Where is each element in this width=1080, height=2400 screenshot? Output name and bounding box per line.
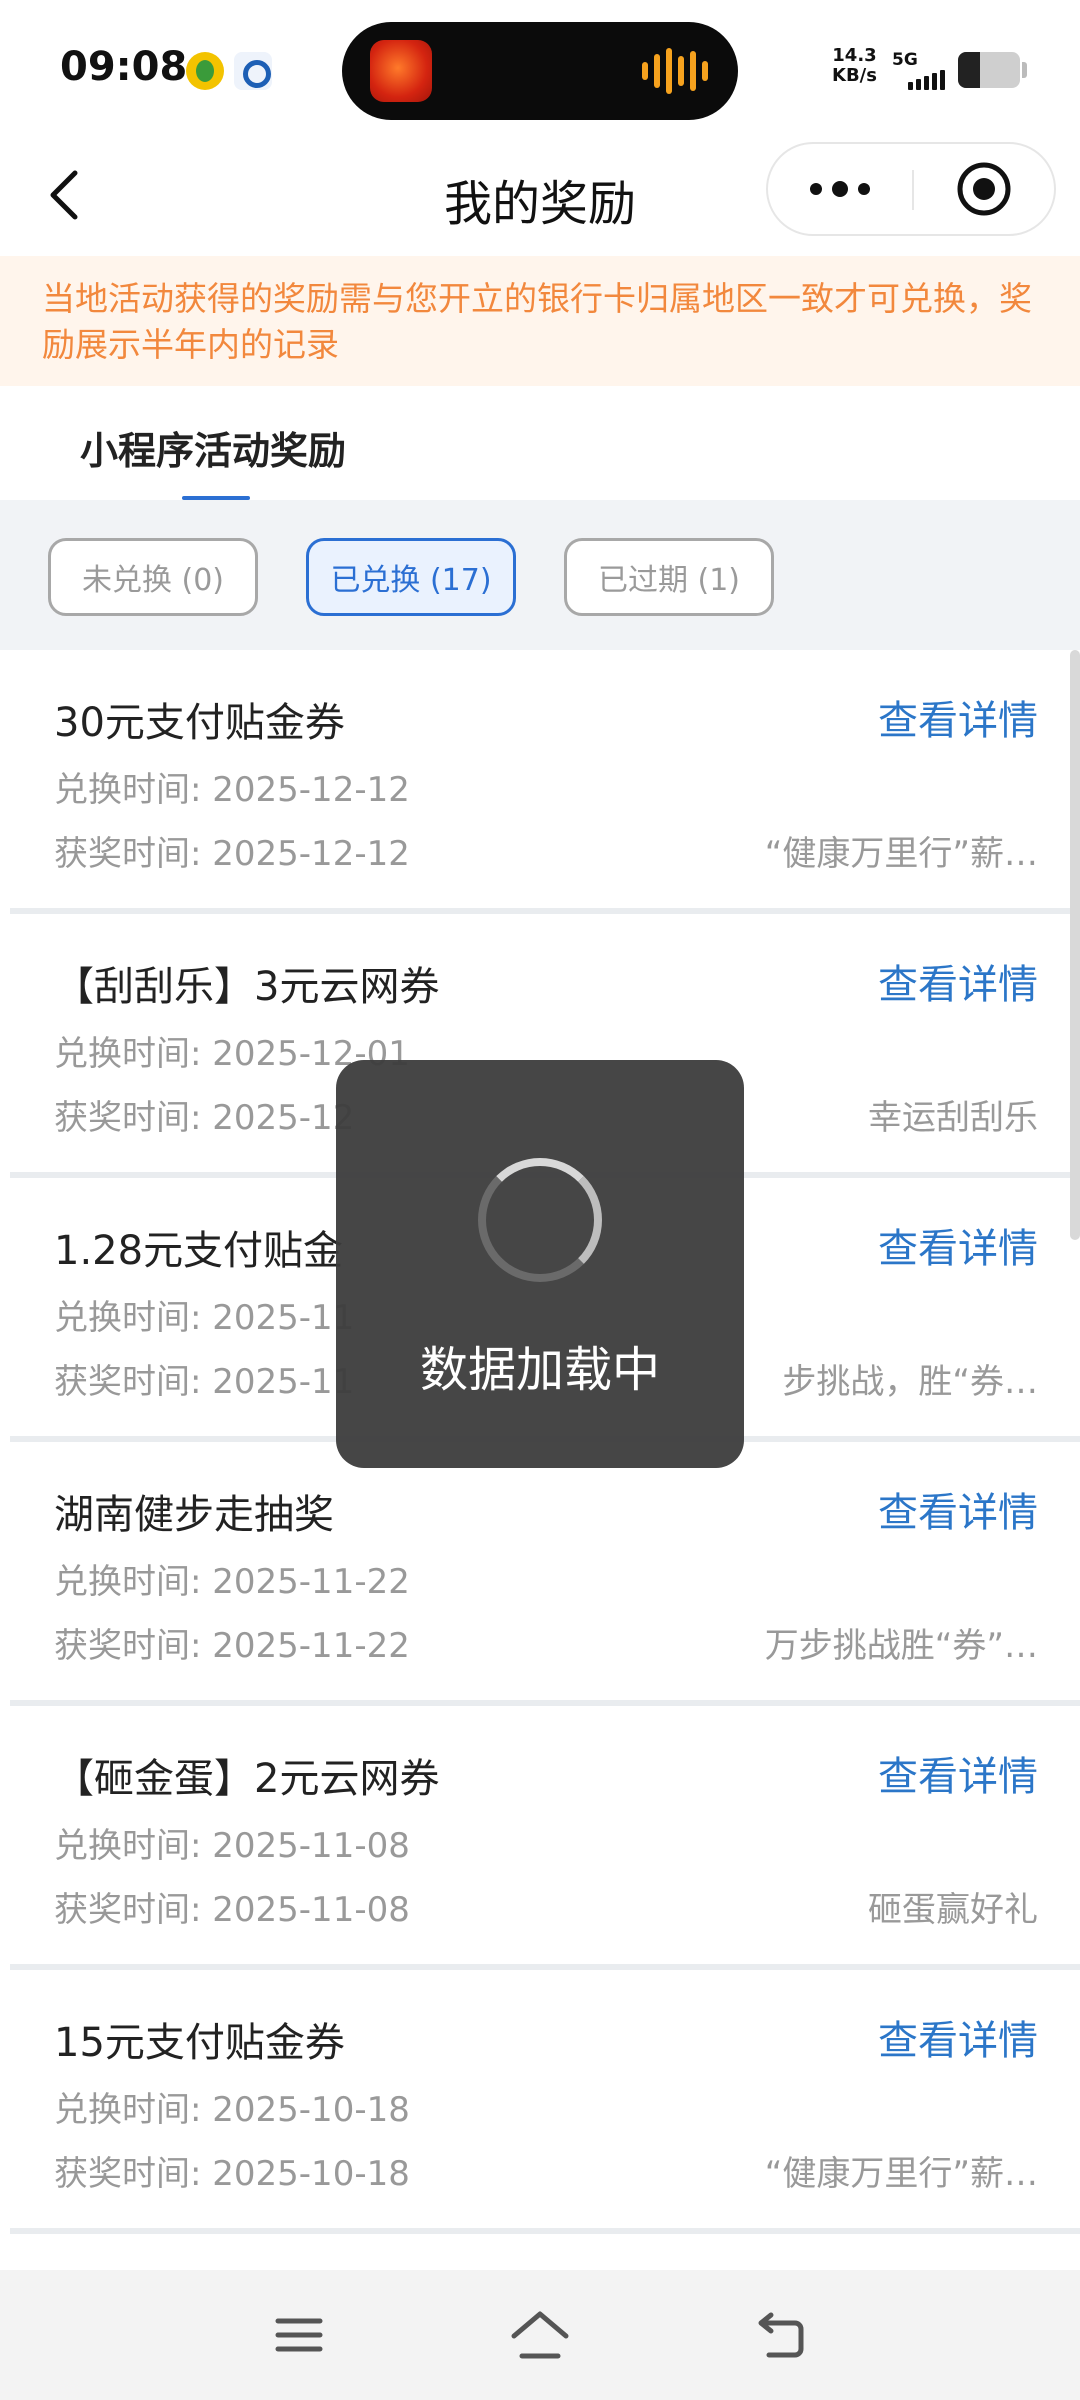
redeem-time: 兑换时间: 2025-11-08 [54, 1826, 410, 1866]
reward-source: “健康万里行”薪… [764, 834, 1038, 874]
loading-toast: 数据加载中 [336, 1060, 744, 1468]
reward-source: 砸蛋赢好礼 [868, 1890, 1038, 1930]
reward-card: 湖南健步走抽奖 查看详情 兑换时间: 2025-11-22 获奖时间: 2025… [10, 1442, 1080, 1706]
reward-title: 15元支付贴金券 [54, 2020, 345, 2066]
filter-bar: 未兑换 (0) 已兑换 (17) 已过期 (1) [0, 500, 1080, 650]
view-details-link[interactable]: 查看详情 [878, 2008, 1038, 2066]
back-nav-button[interactable] [736, 2298, 826, 2372]
view-details-link[interactable]: 查看详情 [878, 1480, 1038, 1538]
network-speed-unit: KB/s [832, 65, 877, 86]
redeem-time: 兑换时间: 2025-10-18 [54, 2090, 410, 2130]
reward-source: 步挑战，胜“券… [782, 1362, 1038, 1402]
reward-card: 30元支付贴金券 查看详情 兑换时间: 2025-12-12 获奖时间: 202… [10, 650, 1080, 914]
award-time: 获奖时间: 2025-11-08 [54, 1890, 410, 1930]
reward-title: 【刮刮乐】3元云网券 [54, 964, 440, 1010]
app-live-icon [370, 40, 432, 102]
battery-cap [1022, 62, 1027, 78]
award-time: 获奖时间: 2025-11-22 [54, 1626, 410, 1666]
close-button[interactable] [914, 144, 1054, 234]
audio-wave-icon [642, 48, 708, 94]
award-time: 获奖时间: 2025-10-18 [54, 2154, 410, 2194]
reward-card: 【砸金蛋】2元云网券 查看详情 兑换时间: 2025-11-08 获奖时间: 2… [10, 1706, 1080, 1970]
view-details-link[interactable]: 查看详情 [878, 1216, 1038, 1274]
status-time: 09:08 [60, 44, 188, 90]
loading-text: 数据加载中 [419, 1342, 660, 1398]
reward-title: 湖南健步走抽奖 [54, 1492, 334, 1538]
loading-spinner-icon [478, 1158, 602, 1282]
back-arrow-icon [758, 2312, 804, 2358]
reward-title: 30元支付贴金券 [54, 700, 345, 746]
home-icon [511, 2311, 569, 2359]
award-time: 获奖时间: 2025-12-12 [54, 834, 410, 874]
reward-card: 15元支付贴金券 查看详情 兑换时间: 2025-10-18 获奖时间: 202… [10, 1970, 1080, 2234]
reward-source: “健康万里行”薪… [764, 2154, 1038, 2194]
home-button[interactable] [495, 2298, 585, 2372]
network-speed: 14.3 KB/s [832, 46, 877, 86]
redeem-time: 兑换时间: 2025-11-22 [54, 1562, 410, 1602]
dynamic-island[interactable] [342, 22, 738, 120]
view-details-link[interactable]: 查看详情 [878, 1744, 1038, 1802]
reward-title: 【砸金蛋】2元云网券 [54, 1756, 440, 1802]
network-speed-value: 14.3 [832, 45, 877, 66]
nav-bar: 我的奖励 [0, 140, 1080, 256]
tab-bar: 小程序活动奖励 [0, 386, 1080, 500]
scrollbar[interactable] [1070, 650, 1080, 1240]
reward-source: 幸运刮刮乐 [868, 1098, 1038, 1138]
menu-icon [275, 2318, 323, 2352]
filter-redeemed[interactable]: 已兑换 (17) [306, 538, 516, 616]
redeem-time: 兑换时间: 2025-12-12 [54, 770, 410, 810]
award-time: 获奖时间: 2025-12 [54, 1098, 355, 1138]
notice-banner: 当地活动获得的奖励需与您开立的银行卡归属地区一致才可兑换，奖励展示半年内的记录 [0, 256, 1080, 386]
system-nav-bar [0, 2270, 1080, 2400]
qq-music-icon [186, 52, 224, 90]
reward-title: 1.28元支付贴金 [54, 1228, 344, 1274]
battery-icon [958, 52, 1020, 88]
battery-level [958, 52, 980, 88]
redeem-time: 兑换时间: 2025-11 [54, 1298, 355, 1338]
tab-mini-program-rewards[interactable]: 小程序活动奖励 [80, 420, 346, 475]
signal-icon [908, 70, 945, 90]
view-details-link[interactable]: 查看详情 [878, 952, 1038, 1010]
target-close-icon [957, 162, 1011, 216]
more-button[interactable] [768, 144, 912, 234]
reward-source: 万步挑战胜“券”… [764, 1626, 1038, 1666]
mini-program-capsule [766, 142, 1056, 236]
more-dots-icon [810, 181, 870, 197]
menu-button[interactable] [254, 2298, 344, 2372]
filter-expired[interactable]: 已过期 (1) [564, 538, 774, 616]
status-bar: 09:08 14.3 KB/s 5G [0, 0, 1080, 140]
baidu-icon [234, 52, 272, 90]
award-time: 获奖时间: 2025-11 [54, 1362, 355, 1402]
network-type: 5G [892, 50, 918, 70]
filter-unredeemed[interactable]: 未兑换 (0) [48, 538, 258, 616]
view-details-link[interactable]: 查看详情 [878, 688, 1038, 746]
